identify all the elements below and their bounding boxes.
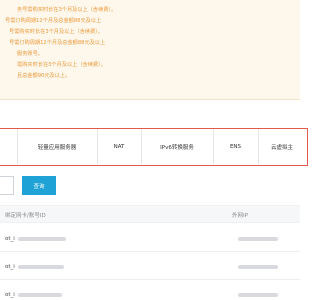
tab-ens[interactable]: ENS bbox=[213, 129, 258, 164]
search-button[interactable]: 查询 bbox=[22, 176, 56, 195]
notice-line: 需购买时长在3个月及以上（含续费）。 bbox=[17, 62, 106, 68]
redacted-ip bbox=[238, 265, 278, 269]
table-header: 绑定网卡/账号ID 外网IP bbox=[0, 205, 300, 223]
notice-line: 且总金额90元及以上。 bbox=[17, 73, 71, 79]
redacted-id bbox=[18, 237, 66, 241]
promotion-notice: 务号需购买时长在3个月及以上（含续费）。 号需订购周期12个月及总金额88元及以… bbox=[0, 0, 300, 100]
table-row[interactable]: ot_i bbox=[0, 224, 300, 252]
column-header-id: 绑定网卡/账号ID bbox=[5, 213, 46, 219]
search-input[interactable] bbox=[0, 176, 14, 195]
tab-nat[interactable]: NAT bbox=[97, 129, 141, 164]
row-id-prefix: ot_i bbox=[5, 236, 15, 242]
row-id-prefix: ot_i bbox=[5, 292, 15, 298]
redacted-ip bbox=[238, 237, 278, 241]
tab-ipv6-translation[interactable]: IPv6转换服务 bbox=[141, 129, 213, 164]
table-row[interactable]: ot_i bbox=[0, 280, 300, 300]
table-row[interactable]: ot_i bbox=[0, 252, 300, 280]
redacted-id bbox=[18, 293, 62, 297]
notice-line: 号需购买时长在3个月及以上（含续费）。 bbox=[9, 29, 104, 35]
tab-virtual-host[interactable]: 云虚拟主 bbox=[258, 129, 306, 164]
row-id-prefix: ot_i bbox=[5, 264, 15, 270]
notice-line: 服务账号。 bbox=[17, 51, 43, 57]
column-header-ip: 外网IP bbox=[232, 213, 248, 219]
tab-lightweight-server[interactable]: 轻量应用服务器 bbox=[17, 129, 97, 164]
redacted-ip bbox=[238, 293, 278, 297]
redacted-id bbox=[18, 265, 64, 269]
product-tab-bar: 轻量应用服务器 NAT IPv6转换服务 ENS 云虚拟主 bbox=[0, 128, 308, 166]
notice-line: 号需订购周期12个月及总金额88元及以上 bbox=[5, 18, 102, 24]
notice-line: 务号需购买时长在3个月及以上（含续费）。 bbox=[17, 7, 117, 13]
notice-line: 号需订购周期12个月及总金额88元及以上 bbox=[9, 40, 106, 46]
